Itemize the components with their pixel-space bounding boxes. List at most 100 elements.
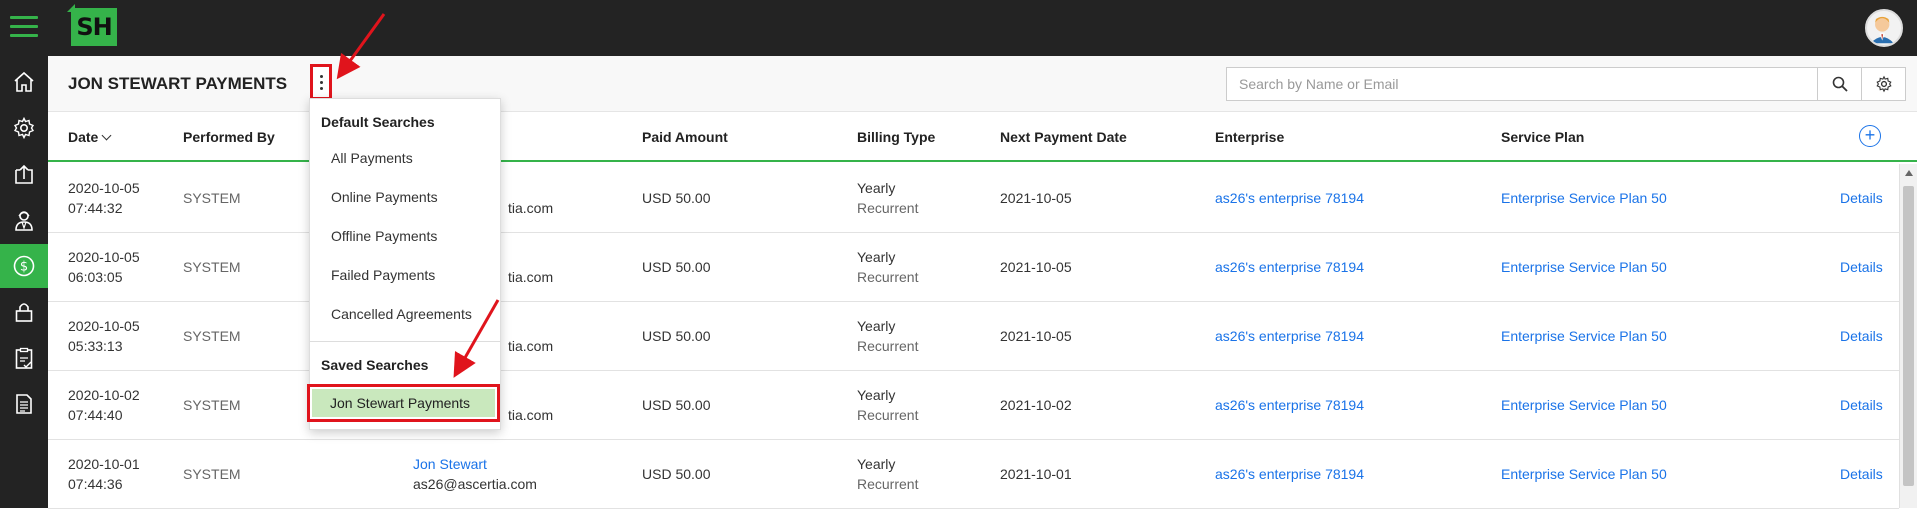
service-plan-link[interactable]: Enterprise Service Plan 50: [1501, 190, 1667, 206]
lock-icon: [15, 303, 33, 322]
menu-item-offline-payments[interactable]: Offline Payments: [331, 228, 437, 244]
email-cell: tia.com: [508, 338, 554, 354]
user-avatar[interactable]: [1865, 9, 1903, 47]
default-searches-heading: Default Searches: [321, 114, 435, 130]
column-header-date[interactable]: Date: [68, 129, 112, 145]
column-header-enterprise[interactable]: Enterprise: [1215, 129, 1284, 145]
upload-box-icon: [15, 164, 33, 184]
page-title: JON STEWART PAYMENTS: [68, 74, 288, 93]
sidebar-item-security[interactable]: [0, 290, 48, 334]
time-cell: 06:03:05: [68, 269, 123, 285]
column-header-performed-by[interactable]: Performed By: [183, 129, 275, 145]
menu-item-cancelled-agreements[interactable]: Cancelled Agreements: [331, 306, 472, 322]
amount-cell: USD 50.00: [642, 397, 711, 413]
billing-sub-cell: Recurrent: [857, 476, 919, 492]
email-cell: tia.com: [508, 407, 554, 423]
time-cell: 07:44:40: [68, 407, 123, 423]
column-header-next-payment-date[interactable]: Next Payment Date: [1000, 129, 1127, 145]
service-plan-link[interactable]: Enterprise Service Plan 50: [1501, 397, 1667, 413]
email-cell: tia.com: [508, 200, 554, 216]
date-cell: 2020-10-05: [68, 180, 140, 196]
search-box: [1226, 67, 1818, 101]
date-cell: 2020-10-01: [68, 456, 140, 472]
clipboard-check-icon: [15, 347, 33, 369]
sidebar-item-payments[interactable]: $: [0, 244, 48, 288]
details-link[interactable]: Details: [1840, 397, 1883, 413]
billing-type-cell: Yearly: [857, 180, 896, 196]
service-plan-link[interactable]: Enterprise Service Plan 50: [1501, 328, 1667, 344]
add-column-button[interactable]: +: [1859, 125, 1881, 147]
column-header-paid-amount[interactable]: Paid Amount: [642, 129, 728, 145]
service-plan-link[interactable]: Enterprise Service Plan 50: [1501, 259, 1667, 275]
app-logo[interactable]: SH: [67, 4, 117, 46]
details-link[interactable]: Details: [1840, 328, 1883, 344]
search-settings-button[interactable]: [1862, 67, 1906, 101]
customer-name-link[interactable]: Jon Stewart: [413, 456, 487, 472]
avatar-icon: [1870, 16, 1894, 44]
home-icon: [14, 71, 34, 92]
date-cell: 2020-10-02: [68, 387, 140, 403]
time-cell: 07:44:32: [68, 200, 123, 216]
enterprise-link[interactable]: as26's enterprise 78194: [1215, 466, 1364, 482]
svg-text:$: $: [20, 260, 28, 275]
next-date-cell: 2021-10-05: [1000, 328, 1072, 344]
menu-divider: [310, 341, 500, 342]
scroll-up-arrow-icon[interactable]: [1905, 170, 1913, 176]
sidebar: $: [0, 56, 48, 508]
email-cell: as26@ascertia.com: [413, 476, 537, 492]
next-date-cell: 2021-10-05: [1000, 259, 1072, 275]
column-header-label: Date: [68, 129, 99, 145]
time-cell: 05:33:13: [68, 338, 123, 354]
saved-search-menu-button[interactable]: [310, 64, 332, 100]
sidebar-item-home[interactable]: [0, 60, 48, 104]
gear-icon: [13, 116, 35, 140]
sidebar-item-upload[interactable]: [0, 152, 48, 196]
sidebar-item-reports[interactable]: [0, 336, 48, 380]
enterprise-link[interactable]: as26's enterprise 78194: [1215, 328, 1364, 344]
document-icon: [16, 394, 32, 414]
performed-by-cell: SYSTEM: [183, 466, 241, 482]
enterprise-link[interactable]: as26's enterprise 78194: [1215, 397, 1364, 413]
saved-search-dropdown: Default Searches All Payments Online Pay…: [307, 98, 501, 430]
top-bar: SH: [0, 0, 1917, 56]
search-button[interactable]: [1818, 67, 1862, 101]
details-link[interactable]: Details: [1840, 190, 1883, 206]
dollar-icon: $: [13, 255, 35, 277]
next-date-cell: 2021-10-05: [1000, 190, 1072, 206]
menu-item-saved-search-highlight: Jon Stewart Payments: [307, 384, 500, 422]
saved-searches-heading: Saved Searches: [321, 357, 429, 373]
column-header-service-plan[interactable]: Service Plan: [1501, 129, 1584, 145]
billing-sub-cell: Recurrent: [857, 200, 919, 216]
column-header-billing-type[interactable]: Billing Type: [857, 129, 935, 145]
performed-by-cell: SYSTEM: [183, 259, 241, 275]
enterprise-link[interactable]: as26's enterprise 78194: [1215, 190, 1364, 206]
menu-item-online-payments[interactable]: Online Payments: [331, 189, 438, 205]
scrollbar-thumb[interactable]: [1903, 186, 1914, 486]
email-cell: tia.com: [508, 269, 554, 285]
menu-item-failed-payments[interactable]: Failed Payments: [331, 267, 435, 283]
performed-by-cell: SYSTEM: [183, 397, 241, 413]
amount-cell: USD 50.00: [642, 190, 711, 206]
service-plan-link[interactable]: Enterprise Service Plan 50: [1501, 466, 1667, 482]
gear-icon: [1875, 75, 1892, 93]
sidebar-item-documents[interactable]: [0, 382, 48, 426]
menu-item-jon-stewart-payments[interactable]: Jon Stewart Payments: [312, 389, 495, 417]
hamburger-menu-icon[interactable]: [10, 16, 38, 40]
next-date-cell: 2021-10-01: [1000, 466, 1072, 482]
table-row[interactable]: 2020-10-01 07:44:36 SYSTEM Jon Stewart a…: [48, 440, 1899, 509]
performed-by-cell: SYSTEM: [183, 190, 241, 206]
menu-item-all-payments[interactable]: All Payments: [331, 150, 413, 166]
sidebar-item-users[interactable]: [0, 198, 48, 242]
billing-sub-cell: Recurrent: [857, 338, 919, 354]
billing-sub-cell: Recurrent: [857, 407, 919, 423]
time-cell: 07:44:36: [68, 476, 123, 492]
table-scrollbar[interactable]: [1899, 164, 1917, 508]
enterprise-link[interactable]: as26's enterprise 78194: [1215, 259, 1364, 275]
next-date-cell: 2021-10-02: [1000, 397, 1072, 413]
search-input[interactable]: [1227, 68, 1817, 100]
billing-type-cell: Yearly: [857, 249, 896, 265]
details-link[interactable]: Details: [1840, 466, 1883, 482]
amount-cell: USD 50.00: [642, 328, 711, 344]
details-link[interactable]: Details: [1840, 259, 1883, 275]
sidebar-item-settings[interactable]: [0, 106, 48, 150]
